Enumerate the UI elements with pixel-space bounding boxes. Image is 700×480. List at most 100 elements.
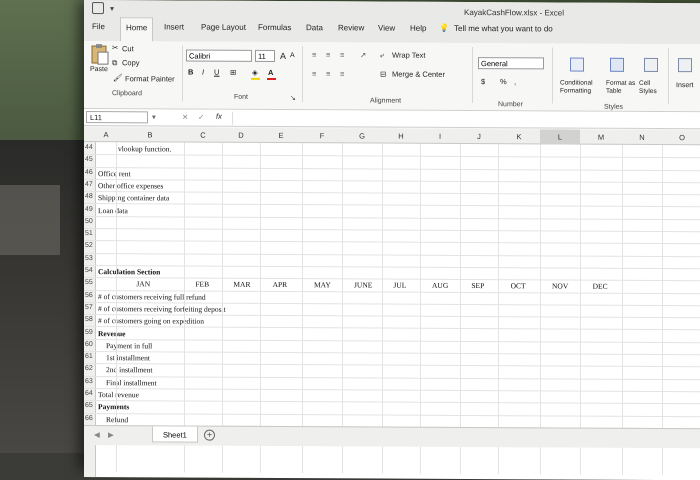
cell-a62[interactable]: 2nd installment — [106, 366, 152, 375]
row-number[interactable]: 57 — [85, 304, 93, 311]
tab-file[interactable]: File — [92, 22, 105, 31]
column-header-i[interactable]: I — [420, 132, 460, 141]
column-header-l[interactable]: L — [540, 129, 580, 145]
format-painter-button[interactable]: Format Painter — [125, 74, 175, 83]
cell-m55[interactable]: DEC — [593, 282, 608, 291]
tab-view[interactable]: View — [378, 24, 395, 33]
save-icon[interactable] — [92, 2, 104, 15]
name-box-dropdown-icon[interactable]: ▾ — [152, 112, 156, 121]
row-number[interactable]: 60 — [85, 341, 93, 348]
conditional-formatting-icon[interactable] — [570, 57, 584, 72]
row-number[interactable]: 48 — [85, 193, 93, 200]
cell-h55[interactable]: JUL — [393, 281, 406, 290]
row-number[interactable]: 65 — [85, 402, 93, 409]
tab-help[interactable]: Help — [410, 24, 426, 33]
copy-icon[interactable]: ⧉ — [112, 58, 117, 68]
grow-font-button[interactable]: A — [280, 51, 286, 61]
currency-button[interactable]: $ — [481, 77, 485, 86]
column-header-d[interactable]: D — [222, 131, 260, 140]
cell-c55[interactable]: FEB — [195, 280, 209, 289]
cell-a60[interactable]: Payment in full — [106, 341, 152, 350]
merge-center-icon[interactable]: ⊟ — [380, 70, 386, 79]
column-header-e[interactable]: E — [260, 131, 302, 140]
tab-insert[interactable]: Insert — [164, 22, 184, 31]
enter-icon[interactable]: ✓ — [198, 113, 204, 122]
orientation-icon[interactable]: ↗ — [360, 50, 366, 59]
tab-home[interactable]: Home — [120, 17, 154, 42]
cell-a59[interactable]: Revenue — [98, 329, 126, 338]
row-number[interactable]: 59 — [85, 329, 93, 336]
cell-a65[interactable]: Payments — [98, 402, 129, 411]
row-number[interactable]: 51 — [85, 230, 93, 237]
align-center-icon[interactable]: ≡ — [326, 69, 330, 78]
tab-page-layout[interactable]: Page Layout — [201, 23, 246, 32]
column-header-a[interactable]: A — [96, 130, 116, 139]
row-number[interactable]: 66 — [85, 415, 93, 422]
insert-function-icon[interactable]: fx — [216, 112, 222, 121]
row-number[interactable]: 54 — [85, 267, 93, 274]
cell-a54[interactable]: Calculation Section — [98, 267, 160, 276]
row-number[interactable]: 53 — [85, 255, 93, 262]
row-number[interactable]: 58 — [85, 316, 93, 323]
cell-a63[interactable]: Final installment — [106, 378, 157, 387]
format-as-table-icon[interactable] — [610, 57, 624, 72]
insert-cells-icon[interactable] — [678, 58, 692, 73]
cell-l55[interactable]: NOV — [552, 282, 568, 291]
font-size-combo[interactable]: 11 — [255, 49, 275, 63]
row-number[interactable]: 46 — [85, 169, 93, 176]
shrink-font-button[interactable]: A — [290, 52, 295, 59]
underline-button[interactable]: U — [214, 68, 219, 77]
cell-a46[interactable]: Office rent — [98, 169, 131, 178]
row-number[interactable]: 55 — [85, 279, 93, 286]
name-box[interactable]: L11 — [86, 111, 148, 124]
row-number[interactable]: 49 — [85, 206, 93, 213]
row-number[interactable]: 52 — [85, 242, 93, 249]
cell-k55[interactable]: OCT — [511, 282, 526, 291]
cell-b55[interactable]: JAN — [136, 280, 150, 289]
tab-data[interactable]: Data — [306, 23, 323, 32]
cell-styles-button[interactable]: Cell Styles — [639, 80, 665, 96]
cell-a48[interactable]: Shipping container data — [98, 193, 169, 202]
cell-a66[interactable]: Refund — [106, 415, 128, 424]
cell-a47[interactable]: Other office expenses — [98, 181, 163, 190]
copy-button[interactable]: Copy — [122, 58, 140, 67]
column-header-b[interactable]: B — [116, 130, 184, 139]
column-header-k[interactable]: K — [498, 132, 540, 141]
cell-a49[interactable]: Loan data — [98, 206, 128, 215]
row-number[interactable]: 50 — [85, 218, 93, 225]
merge-center-button[interactable]: Merge & Center — [392, 70, 445, 79]
add-sheet-button[interactable]: + — [204, 429, 215, 441]
row-number[interactable]: 62 — [85, 365, 93, 372]
format-as-table-button[interactable]: Format as Table — [606, 80, 638, 96]
borders-icon[interactable]: ⊞ — [230, 68, 236, 77]
align-left-icon[interactable]: ≡ — [312, 69, 316, 78]
row-number[interactable]: 47 — [85, 181, 93, 188]
row-number[interactable]: 63 — [85, 378, 93, 385]
fill-color-icon[interactable]: ◈ — [252, 68, 258, 77]
wrap-text-button[interactable]: Wrap Text — [392, 51, 426, 60]
conditional-formatting-button[interactable]: Conditional Formatting — [560, 79, 604, 95]
font-color-icon[interactable]: A — [268, 68, 273, 77]
tab-review[interactable]: Review — [338, 23, 364, 32]
sheet-tab-sheet1[interactable]: Sheet1 — [152, 426, 198, 443]
paste-button[interactable]: Paste — [90, 66, 108, 73]
column-header-h[interactable]: H — [382, 132, 420, 141]
bold-button[interactable]: B — [188, 68, 193, 77]
row-number[interactable]: 61 — [85, 353, 93, 360]
row-number[interactable]: 64 — [85, 390, 93, 397]
quick-access-dropdown-icon[interactable]: ▾ — [110, 4, 114, 13]
cell-a64[interactable]: Total revenue — [98, 390, 139, 399]
cell-a57[interactable]: # of customers receiving forfeiting depo… — [98, 304, 226, 314]
column-header-m[interactable]: M — [580, 133, 622, 142]
format-painter-icon[interactable]: 🖌 — [113, 73, 123, 82]
middle-align-icon[interactable]: ≡ — [326, 50, 330, 59]
formula-input[interactable] — [232, 111, 700, 128]
column-header-o[interactable]: O — [662, 133, 700, 142]
row-number[interactable]: 56 — [85, 292, 93, 299]
number-format-combo[interactable]: General — [478, 57, 544, 70]
tell-me-search[interactable]: Tell me what you want to do — [454, 24, 553, 34]
font-dialog-launcher-icon[interactable]: ↘ — [290, 94, 296, 102]
insert-cells-button[interactable]: Insert — [676, 82, 694, 89]
cell-a56[interactable]: # of customers receiving full refund — [98, 292, 206, 302]
cell-j55[interactable]: SEP — [471, 281, 484, 290]
